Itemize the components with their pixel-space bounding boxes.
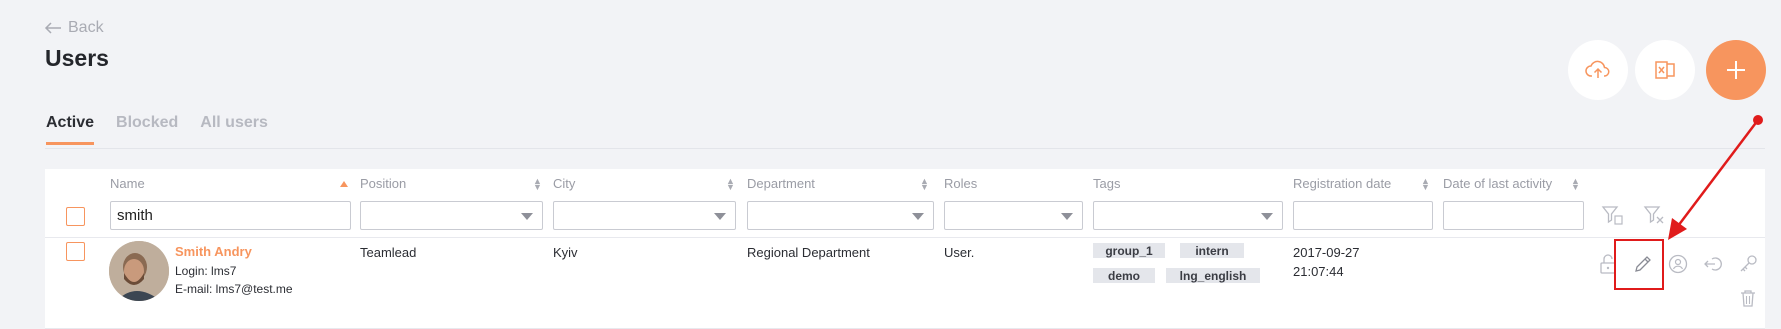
column-header-position[interactable]: Position bbox=[360, 176, 406, 191]
sort-asc-icon[interactable] bbox=[340, 181, 348, 187]
row-divider bbox=[45, 237, 1765, 238]
arrow-left-icon bbox=[44, 22, 61, 34]
chevron-down-icon bbox=[1061, 213, 1073, 220]
sort-icon[interactable]: ▲ ▼ bbox=[920, 177, 929, 192]
name-filter-input[interactable] bbox=[110, 201, 351, 230]
column-header-city[interactable]: City bbox=[553, 176, 575, 191]
back-link[interactable]: Back bbox=[44, 19, 104, 37]
upload-button[interactable] bbox=[1568, 40, 1628, 100]
tag-badge: intern bbox=[1180, 243, 1244, 258]
tags-filter-select[interactable] bbox=[1093, 201, 1283, 230]
cell-registration-time: 21:07:44 bbox=[1293, 264, 1344, 279]
user-profile-button[interactable] bbox=[1665, 251, 1691, 277]
column-header-last-activity[interactable]: Date of last activity bbox=[1443, 176, 1552, 191]
tag-badge: demo bbox=[1093, 268, 1155, 283]
cell-registration-date: 2017-09-27 bbox=[1293, 245, 1360, 260]
chevron-down-icon bbox=[912, 213, 924, 220]
key-icon bbox=[1740, 255, 1757, 272]
login-as-button[interactable] bbox=[1700, 251, 1726, 277]
tab-all-users[interactable]: All users bbox=[200, 114, 268, 145]
position-filter-select[interactable] bbox=[360, 201, 543, 230]
roles-filter-select[interactable] bbox=[944, 201, 1083, 230]
tabs-bar: Active Blocked All users bbox=[46, 114, 268, 145]
row-checkbox[interactable] bbox=[66, 242, 85, 261]
trash-icon bbox=[1741, 290, 1755, 307]
add-user-button[interactable] bbox=[1706, 40, 1766, 100]
user-login: Login: lms7 bbox=[175, 264, 237, 278]
user-email: E-mail: lms7@test.me bbox=[175, 282, 293, 296]
chevron-down-icon bbox=[1261, 213, 1273, 220]
edit-highlight-box bbox=[1614, 239, 1664, 290]
column-header-tags[interactable]: Tags bbox=[1093, 176, 1120, 191]
filter-clear-icon[interactable] bbox=[1642, 203, 1666, 227]
tabs-divider bbox=[45, 148, 1765, 149]
cell-position: Teamlead bbox=[360, 245, 417, 260]
reset-password-button[interactable] bbox=[1735, 251, 1761, 277]
user-circle-icon bbox=[1668, 254, 1688, 274]
user-photo bbox=[109, 241, 169, 301]
last-activity-filter[interactable] bbox=[1443, 201, 1584, 230]
column-header-department[interactable]: Department bbox=[747, 176, 815, 191]
excel-export-icon bbox=[1655, 61, 1675, 79]
plus-icon bbox=[1727, 61, 1745, 79]
chevron-down-icon bbox=[521, 213, 533, 220]
column-header-roles[interactable]: Roles bbox=[944, 176, 977, 191]
users-table: Name Position ▲ ▼ City ▲ ▼ Department ▲ ▼ R… bbox=[45, 169, 1765, 329]
department-filter-select[interactable] bbox=[747, 201, 934, 230]
cell-department: Regional Department bbox=[747, 245, 870, 260]
user-name-link[interactable]: Smith Andry bbox=[175, 244, 252, 259]
back-label: Back bbox=[68, 19, 104, 36]
registration-date-filter[interactable] bbox=[1293, 201, 1433, 230]
export-excel-button[interactable] bbox=[1635, 40, 1695, 100]
sort-icon[interactable]: ▲ ▼ bbox=[726, 177, 735, 192]
column-header-name[interactable]: Name bbox=[110, 176, 145, 191]
avatar[interactable] bbox=[109, 241, 169, 301]
cloud-upload-icon bbox=[1585, 60, 1610, 78]
delete-button[interactable] bbox=[1735, 285, 1761, 311]
column-header-registration-date[interactable]: Registration date bbox=[1293, 176, 1391, 191]
sort-icon[interactable]: ▲ ▼ bbox=[1571, 177, 1580, 192]
page-title: Users bbox=[45, 45, 109, 71]
tab-blocked[interactable]: Blocked bbox=[116, 114, 178, 145]
tag-badge: group_1 bbox=[1093, 243, 1165, 258]
chevron-down-icon bbox=[714, 213, 726, 220]
login-as-icon bbox=[1704, 257, 1722, 271]
sort-icon[interactable]: ▲ ▼ bbox=[1421, 177, 1430, 192]
city-filter-select[interactable] bbox=[553, 201, 736, 230]
filter-apply-icon[interactable] bbox=[1600, 203, 1624, 227]
tag-badge: lng_english bbox=[1166, 268, 1260, 283]
cell-city: Kyiv bbox=[553, 245, 578, 260]
select-all-checkbox[interactable] bbox=[66, 207, 85, 226]
sort-icon[interactable]: ▲ ▼ bbox=[533, 177, 542, 192]
tab-active[interactable]: Active bbox=[46, 114, 95, 145]
cell-roles: User. bbox=[944, 245, 975, 260]
